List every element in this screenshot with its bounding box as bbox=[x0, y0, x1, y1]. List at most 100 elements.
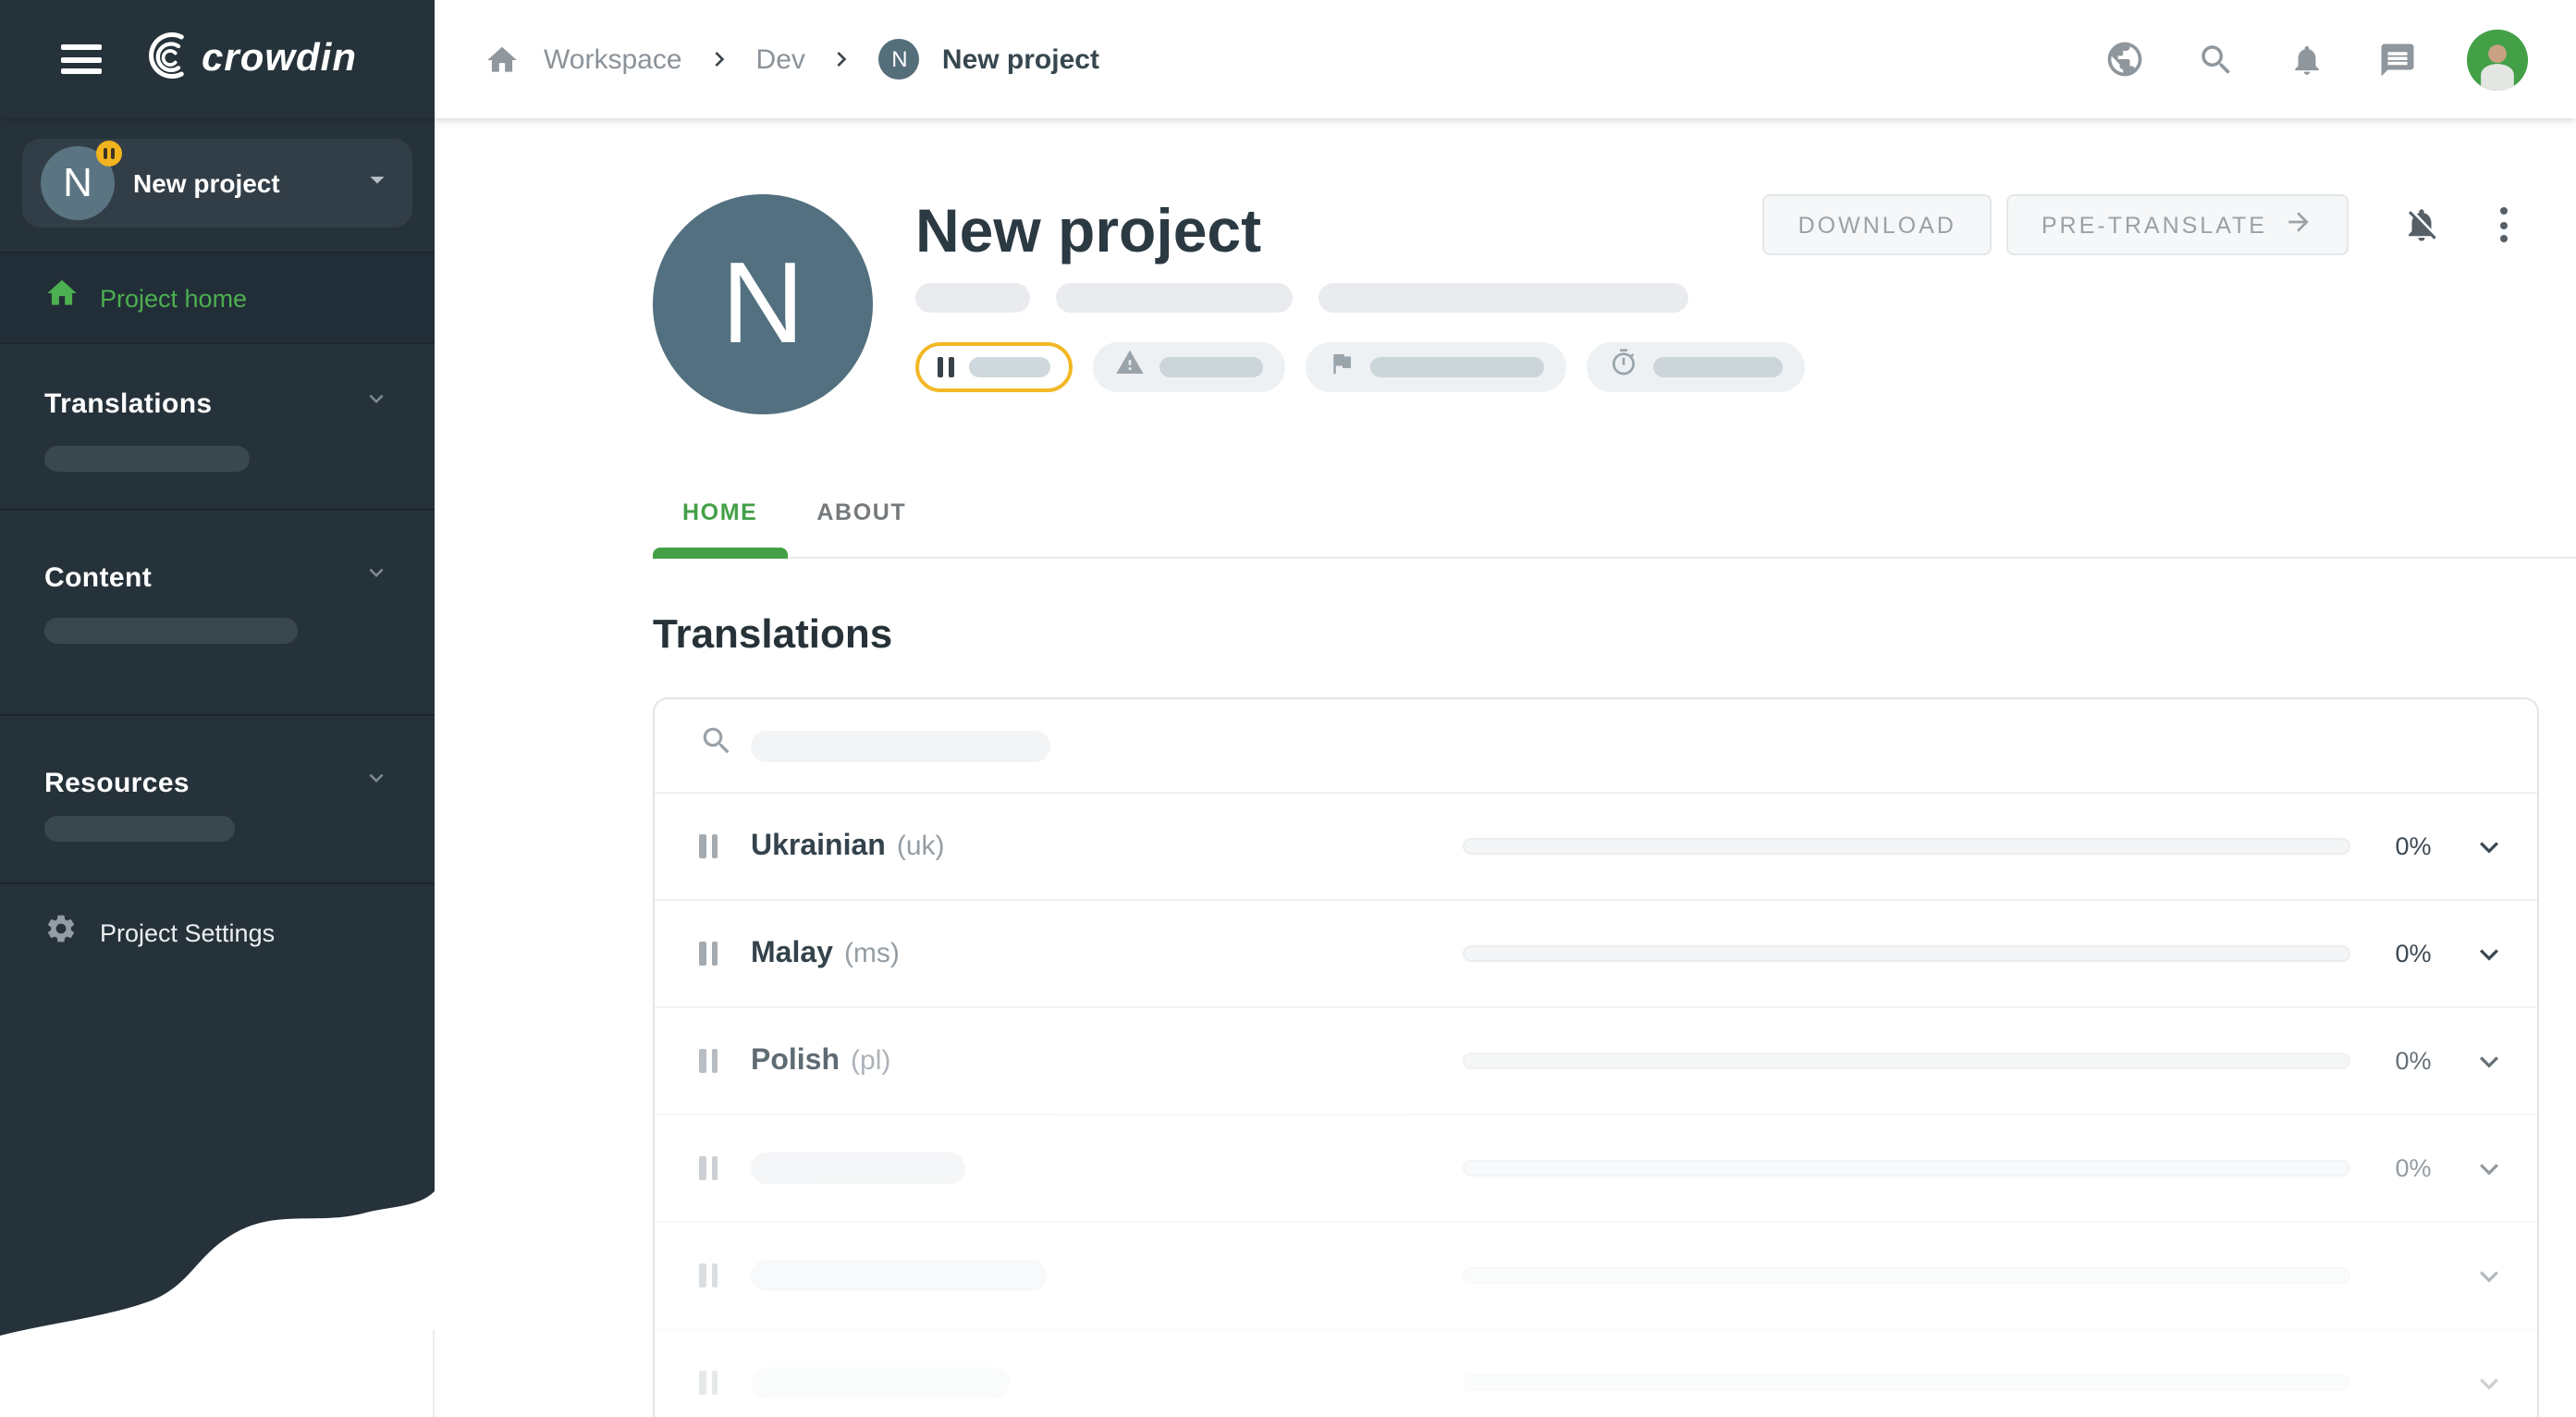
pause-icon bbox=[938, 357, 953, 377]
breadcrumb-current[interactable]: New project bbox=[942, 43, 1099, 75]
menu-icon[interactable] bbox=[61, 44, 102, 74]
pause-icon bbox=[699, 1263, 718, 1288]
breadcrumb-project-avatar: N bbox=[879, 39, 920, 80]
progress-bar bbox=[1463, 945, 2350, 962]
breadcrumb-dev[interactable]: Dev bbox=[756, 43, 805, 75]
warning-icon bbox=[1114, 348, 1144, 387]
project-avatar: N bbox=[41, 146, 115, 220]
notifications-icon[interactable] bbox=[2286, 39, 2326, 80]
translations-card: Ukrainian (uk) 0% Malay (ms) 0% bbox=[653, 697, 2539, 1417]
sidebar-item-project-home[interactable]: Project home bbox=[0, 252, 435, 344]
language-row-loading[interactable] bbox=[655, 1221, 2537, 1328]
flag-status-chip[interactable] bbox=[1305, 342, 1565, 392]
sidebar: N New project Project home Translations bbox=[0, 118, 435, 1417]
language-code: (uk) bbox=[897, 831, 945, 862]
status-chip-row bbox=[915, 342, 1804, 392]
flag-icon bbox=[1327, 349, 1355, 386]
pre-translate-button[interactable]: PRE-TRANSLATE bbox=[2006, 194, 2349, 255]
paused-status-chip[interactable] bbox=[915, 342, 1072, 392]
progress-percent: 0% bbox=[2374, 832, 2452, 860]
sidebar-item-project-settings[interactable]: Project Settings bbox=[0, 884, 435, 982]
pause-icon bbox=[699, 1371, 718, 1395]
gear-icon bbox=[44, 912, 78, 955]
timer-icon bbox=[1608, 348, 1638, 387]
language-search-row[interactable] bbox=[655, 699, 2537, 792]
top-bar-main: Workspace Dev N New project bbox=[435, 0, 2576, 118]
language-name: Malay bbox=[751, 937, 833, 970]
top-bar-icons bbox=[2104, 29, 2528, 90]
tab-bar: HOME ABOUT bbox=[653, 499, 2576, 559]
project-avatar-large: N bbox=[653, 194, 873, 414]
caret-down-icon bbox=[361, 162, 394, 204]
pause-icon bbox=[699, 834, 718, 858]
resources-section-label: Resources bbox=[44, 767, 190, 798]
skeleton-bar bbox=[44, 446, 250, 472]
progress-percent: 0% bbox=[2374, 1154, 2452, 1182]
page: crowdin Workspace Dev N New project bbox=[0, 0, 2576, 1417]
sidebar-wave-decoration bbox=[0, 1177, 435, 1417]
pause-icon bbox=[699, 1049, 718, 1073]
pause-icon bbox=[699, 942, 718, 966]
more-options-icon[interactable] bbox=[2487, 203, 2521, 247]
skeleton-bar bbox=[751, 1152, 965, 1184]
breadcrumb-workspace[interactable]: Workspace bbox=[544, 43, 682, 75]
user-avatar[interactable] bbox=[2467, 29, 2528, 90]
sidebar-section-resources[interactable]: Resources bbox=[0, 716, 435, 884]
page-title: New project bbox=[915, 194, 1804, 268]
skeleton-bar bbox=[751, 1260, 1047, 1291]
home-icon[interactable] bbox=[481, 39, 521, 80]
language-row-malay[interactable]: Malay (ms) 0% bbox=[655, 899, 2537, 1006]
sidebar-section-translations[interactable]: Translations bbox=[0, 344, 435, 511]
chevron-down-icon bbox=[362, 559, 390, 596]
tab-home[interactable]: HOME bbox=[653, 499, 787, 557]
project-switcher[interactable]: N New project bbox=[22, 139, 412, 228]
chevron-down-icon bbox=[362, 764, 390, 801]
search-icon[interactable] bbox=[2195, 39, 2236, 80]
warning-status-chip[interactable] bbox=[1092, 342, 1284, 392]
language-row-loading[interactable]: 0% bbox=[655, 1114, 2537, 1221]
chevron-right-icon bbox=[828, 44, 857, 74]
chevron-down-icon[interactable] bbox=[2471, 935, 2508, 972]
translations-section-label: Translations bbox=[44, 388, 213, 419]
skeleton-bar bbox=[44, 618, 298, 644]
language-name: Polish bbox=[751, 1044, 840, 1078]
chevron-down-icon[interactable] bbox=[2471, 1364, 2508, 1401]
project-name: New project bbox=[133, 168, 361, 198]
chevron-down-icon[interactable] bbox=[2471, 828, 2508, 865]
project-home-label: Project home bbox=[100, 284, 247, 312]
crowdin-logo[interactable]: crowdin bbox=[137, 29, 357, 90]
skeleton-bar bbox=[751, 730, 1050, 761]
chevron-down-icon[interactable] bbox=[2471, 1150, 2508, 1187]
crowdin-logo-text: crowdin bbox=[202, 37, 357, 81]
skeleton-bar bbox=[751, 1367, 1010, 1399]
translations-heading: Translations bbox=[653, 610, 2576, 659]
project-header: N New project bbox=[435, 118, 2576, 414]
download-button[interactable]: DOWNLOAD bbox=[1763, 194, 1992, 255]
progress-bar bbox=[1463, 1267, 2350, 1284]
notifications-off-icon[interactable] bbox=[2398, 203, 2443, 247]
main-content: N New project bbox=[435, 118, 2576, 1417]
chevron-down-icon[interactable] bbox=[2471, 1257, 2508, 1294]
progress-percent: 0% bbox=[2374, 1047, 2452, 1075]
tab-about[interactable]: ABOUT bbox=[787, 499, 936, 557]
language-row-ukrainian[interactable]: Ukrainian (uk) 0% bbox=[655, 792, 2537, 899]
skeleton-meta-row bbox=[915, 283, 1804, 313]
chevron-right-icon bbox=[705, 44, 734, 74]
pause-icon bbox=[699, 1156, 718, 1180]
language-code: (ms) bbox=[844, 938, 900, 969]
chevron-down-icon bbox=[362, 385, 390, 422]
sidebar-section-content[interactable]: Content bbox=[0, 511, 435, 716]
paused-badge-icon bbox=[96, 141, 122, 166]
language-row-polish[interactable]: Polish (pl) 0% bbox=[655, 1006, 2537, 1114]
progress-bar bbox=[1463, 1160, 2350, 1177]
arrow-right-icon bbox=[2284, 207, 2313, 242]
home-icon bbox=[44, 276, 80, 320]
messages-icon[interactable] bbox=[2376, 39, 2417, 80]
sidebar-edge-line bbox=[433, 1330, 435, 1417]
crowdin-logo-icon bbox=[137, 29, 192, 90]
globe-icon[interactable] bbox=[2104, 39, 2145, 80]
timer-status-chip[interactable] bbox=[1586, 342, 1804, 392]
top-bar: crowdin Workspace Dev N New project bbox=[0, 0, 2576, 118]
language-row-loading[interactable] bbox=[655, 1328, 2537, 1417]
chevron-down-icon[interactable] bbox=[2471, 1042, 2508, 1079]
